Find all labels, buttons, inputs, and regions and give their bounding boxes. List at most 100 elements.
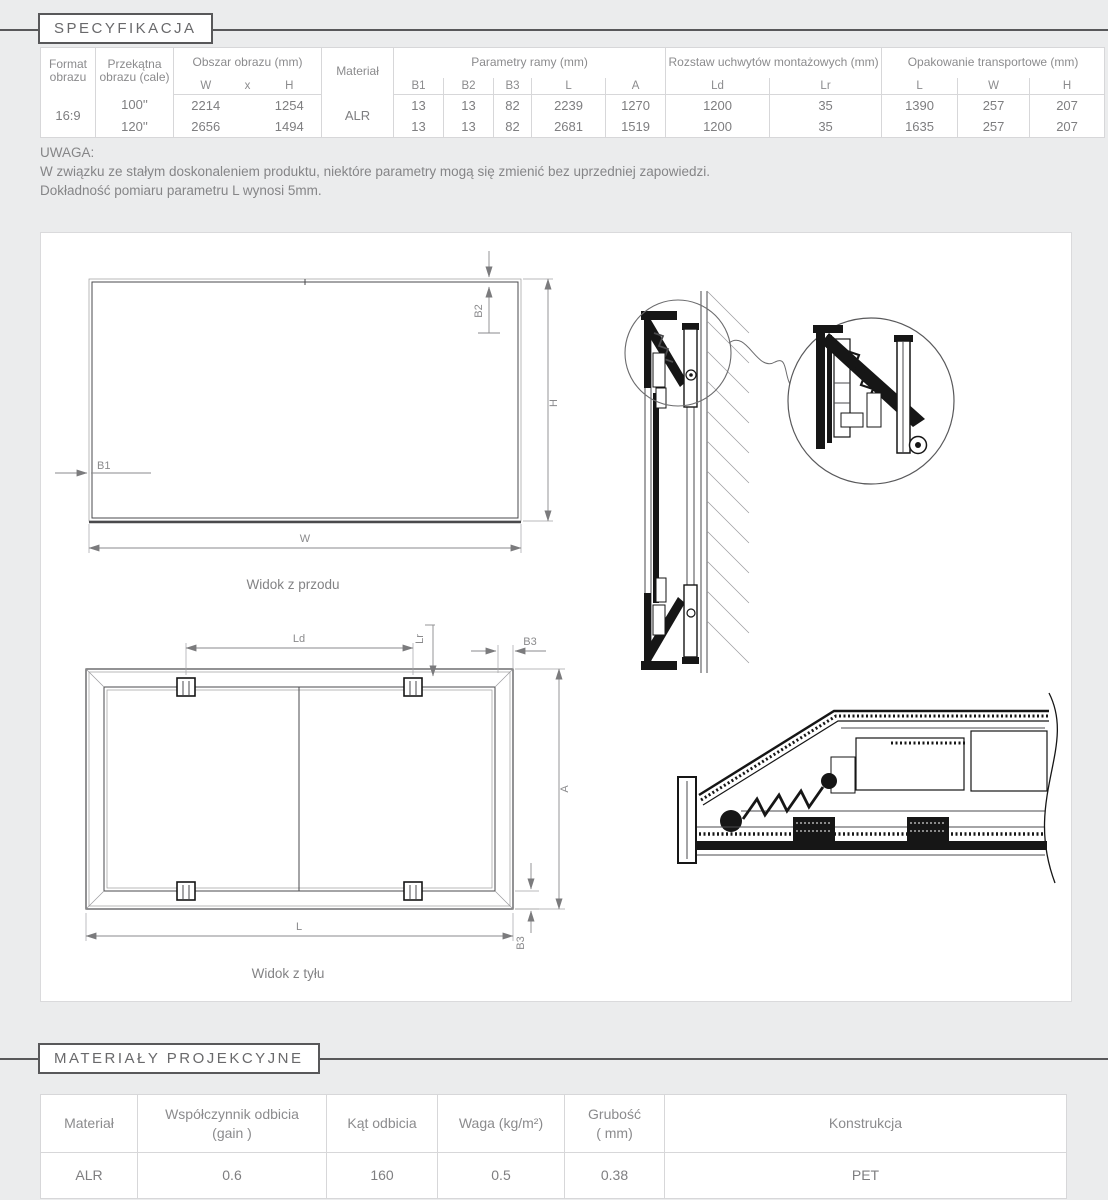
dim-label-b1: B1 [97, 460, 110, 472]
cell-a: 1270 [606, 94, 666, 116]
cell-b2: 13 [444, 94, 494, 116]
cell-format-value: 16:9 [41, 94, 96, 137]
header-format: Format obrazu [41, 48, 96, 95]
cell-construction: PET [665, 1153, 1067, 1199]
cell-a: 1519 [606, 116, 666, 138]
bottom-bracket [641, 578, 699, 670]
spring [743, 787, 823, 819]
section-title-materials: MATERIAŁY PROJEKCYJNE [38, 1043, 320, 1074]
cell-b1: 13 [394, 116, 444, 138]
detail-indicator-circle [625, 300, 731, 406]
cell-ld: 1200 [666, 116, 770, 138]
cell-angle: 160 [327, 1153, 438, 1199]
cell-material: ALR [41, 1153, 138, 1199]
dim-label-h: H [548, 399, 560, 407]
header-packaging: Opakowanie transportowe (mm) [882, 48, 1105, 78]
hatched-block [907, 817, 949, 841]
cell-w: 2214 [174, 94, 238, 116]
subheader-l: L [532, 78, 606, 95]
cell-l: 2681 [532, 116, 606, 138]
pivot-dot [720, 810, 742, 832]
cell-pack-w: 257 [958, 116, 1030, 138]
section-title-specyfikacja: SPECYFIKACJA [38, 13, 213, 44]
cell-pack-l: 1635 [882, 116, 958, 138]
header-material: Materiał [322, 48, 394, 95]
cell-diagonal: 100'' [96, 94, 174, 116]
header-mount-spacing: Rozstaw uchwytów montażowych (mm) [666, 48, 882, 78]
hatched-block [793, 817, 835, 841]
side-view-drawing [625, 291, 954, 673]
table-row: 120'' 2656 1494 13 13 82 2681 1519 1200 … [41, 116, 1105, 138]
subheader-b2: B2 [444, 78, 494, 95]
mounting-bracket [404, 678, 422, 696]
detail-leader-line [729, 340, 791, 386]
note-line1: W związku ze stałym doskonaleniem produk… [40, 162, 710, 181]
section-title-label: MATERIAŁY PROJEKCYJNE [54, 1050, 304, 1067]
cell-b3: 82 [494, 94, 532, 116]
header-construction: Konstrukcja [665, 1095, 1067, 1153]
header-diagonal: Przekątna obrazu (cale) [96, 48, 174, 95]
cell-pack-h: 207 [1030, 94, 1105, 116]
cell-b2: 13 [444, 116, 494, 138]
cell-diagonal: 120'' [96, 116, 174, 138]
cell-x [238, 94, 258, 116]
header-weight: Waga (kg/m²) [438, 1095, 565, 1153]
cell-h: 1254 [258, 94, 322, 116]
table-row: 16:9 100'' 2214 1254 ALR 13 13 82 2239 1… [41, 94, 1105, 116]
dim-label-b2: B2 [473, 304, 485, 317]
technical-drawings: H W B2 B1 Widok z przodu [41, 233, 1071, 1001]
subheader-b3: B3 [494, 78, 532, 95]
subheader-a: A [606, 78, 666, 95]
note-line2: Dokładność pomiaru parametru L wynosi 5m… [40, 181, 710, 200]
header-image-area: Obszar obrazu (mm) [174, 48, 322, 78]
materials-table: Materiał Współczynnik odbicia (gain ) Ką… [40, 1094, 1067, 1199]
mounting-bracket [177, 678, 195, 696]
subheader-pack-l: L [882, 78, 958, 95]
subheader-w: W [174, 78, 238, 95]
cell-lr: 35 [770, 94, 882, 116]
subheader-lr: Lr [770, 78, 882, 95]
cell-pack-l: 1390 [882, 94, 958, 116]
wall-hatching [701, 291, 749, 673]
detail-zoom-circle [788, 318, 954, 484]
front-view-drawing: H W B2 B1 Widok z przodu [55, 251, 560, 592]
spec-table: Format obrazu Przekątna obrazu (cale) Ob… [40, 47, 1105, 138]
cell-pack-h: 207 [1030, 116, 1105, 138]
dim-label-b3-top: B3 [523, 636, 536, 648]
cell-w: 2656 [174, 116, 238, 138]
note-block: UWAGA: W związku ze stałym doskonaleniem… [40, 143, 710, 200]
cell-weight: 0.5 [438, 1153, 565, 1199]
cell-h: 1494 [258, 116, 322, 138]
note-title: UWAGA: [40, 143, 710, 162]
cell-b1: 13 [394, 94, 444, 116]
top-bracket [641, 311, 699, 408]
table-row: ALR 0.6 160 0.5 0.38 PET [41, 1153, 1067, 1199]
header-gain: Współczynnik odbicia (gain ) [138, 1095, 327, 1153]
dim-label-b3-bottom: B3 [515, 936, 527, 949]
cross-section-drawing [678, 693, 1057, 883]
cell-l: 2239 [532, 94, 606, 116]
cell-gain: 0.6 [138, 1153, 327, 1199]
cell-thickness: 0.38 [565, 1153, 665, 1199]
header-material: Materiał [41, 1095, 138, 1153]
mounting-bracket [404, 882, 422, 900]
cell-b3: 82 [494, 116, 532, 138]
header-frame-params: Parametry ramy (mm) [394, 48, 666, 78]
dim-label-a: A [559, 785, 571, 793]
subheader-h: H [258, 78, 322, 95]
subheader-x: x [238, 78, 258, 95]
section-title-label: SPECYFIKACJA [54, 20, 197, 37]
header-angle: Kąt odbicia [327, 1095, 438, 1153]
back-view-drawing: Ld Lr B3 A B3 [86, 625, 571, 981]
subheader-b1: B1 [394, 78, 444, 95]
subheader-pack-h: H [1030, 78, 1105, 95]
dim-label-ld: Ld [293, 633, 305, 645]
spec-sheet-page: SPECYFIKACJA Format obrazu Przekątna obr… [0, 0, 1108, 1200]
front-view-caption: Widok z przodu [246, 577, 339, 592]
header-thickness: Grubość ( mm) [565, 1095, 665, 1153]
back-view-caption: Widok z tyłu [252, 966, 325, 981]
cell-ld: 1200 [666, 94, 770, 116]
mounting-bracket [177, 882, 195, 900]
cell-pack-w: 257 [958, 94, 1030, 116]
cell-x [238, 116, 258, 138]
